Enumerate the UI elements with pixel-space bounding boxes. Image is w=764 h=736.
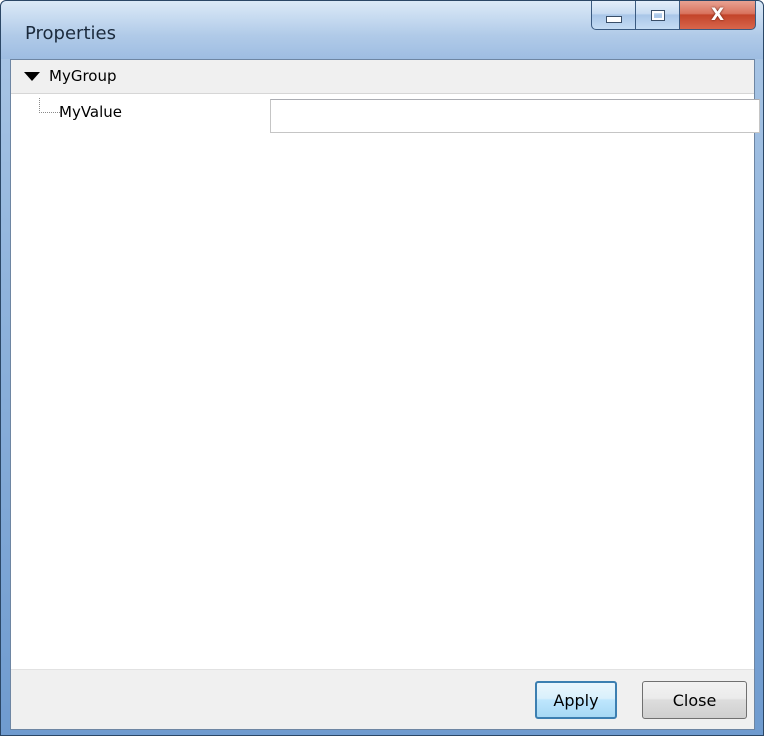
group-header-mygroup[interactable]: MyGroup <box>11 60 754 94</box>
close-button[interactable]: Close <box>642 681 747 719</box>
property-label: MyValue <box>59 103 123 121</box>
button-bar: Apply Close <box>11 669 754 729</box>
properties-window: Properties X MyGroup MyValue Apply Close <box>0 0 764 736</box>
caption-buttons: X <box>591 1 756 31</box>
close-window-button[interactable]: X <box>680 1 756 30</box>
minimize-button[interactable] <box>591 1 636 30</box>
title-bar[interactable]: Properties X <box>1 1 763 59</box>
myvalue-input[interactable] <box>270 99 760 133</box>
expanded-triangle-icon[interactable] <box>24 72 40 81</box>
maximize-button[interactable] <box>636 1 680 30</box>
minimize-icon <box>605 15 622 23</box>
close-icon: X <box>710 4 725 25</box>
apply-button[interactable]: Apply <box>535 681 617 719</box>
tree-connector <box>39 98 60 113</box>
property-row-myvalue: MyValue <box>11 94 760 134</box>
maximize-icon <box>650 9 665 21</box>
window-title: Properties <box>25 23 116 44</box>
group-label: MyGroup <box>49 67 117 85</box>
property-grid: MyGroup MyValue Apply Close <box>10 59 760 730</box>
